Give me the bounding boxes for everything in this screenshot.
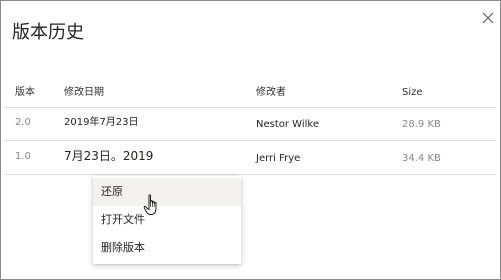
row-size: 28.9 KB — [402, 119, 441, 130]
version-history-dialog: 版本历史 版本 修改日期 修改者 Size 2.0 2019年7月23日 Nes… — [0, 0, 501, 280]
menu-item-restore[interactable]: 还原 — [93, 178, 241, 206]
context-menu: 还原 打开文件 删除版本 — [93, 176, 241, 264]
row-modified-by: Jerri Frye — [256, 153, 301, 164]
dialog-title: 版本历史 — [12, 22, 84, 43]
row-version: 2.0 — [15, 117, 31, 128]
column-header-modified[interactable]: 修改日期 — [64, 85, 104, 101]
column-header-version[interactable]: 版本 — [15, 85, 35, 101]
row-divider — [5, 174, 496, 175]
row-modified-by: Nestor Wilke — [256, 119, 319, 130]
column-header-size[interactable]: Size — [402, 85, 423, 101]
menu-item-label: 删除版本 — [101, 241, 145, 254]
menu-item-delete-version[interactable]: 删除版本 — [93, 234, 241, 262]
column-header-modified-by[interactable]: 修改者 — [256, 85, 286, 101]
row-modified-date[interactable]: 7月23日。2019 — [64, 148, 153, 164]
close-icon[interactable] — [479, 9, 497, 27]
menu-item-open-file[interactable]: 打开文件 — [93, 206, 241, 234]
menu-item-label: 还原 — [101, 185, 123, 198]
row-modified-date[interactable]: 2019年7月23日 — [64, 115, 139, 131]
row-divider — [5, 140, 496, 141]
row-version: 1.0 — [15, 151, 31, 162]
header-divider — [5, 107, 496, 108]
menu-item-label: 打开文件 — [101, 213, 145, 226]
row-size: 34.4 KB — [402, 153, 441, 164]
